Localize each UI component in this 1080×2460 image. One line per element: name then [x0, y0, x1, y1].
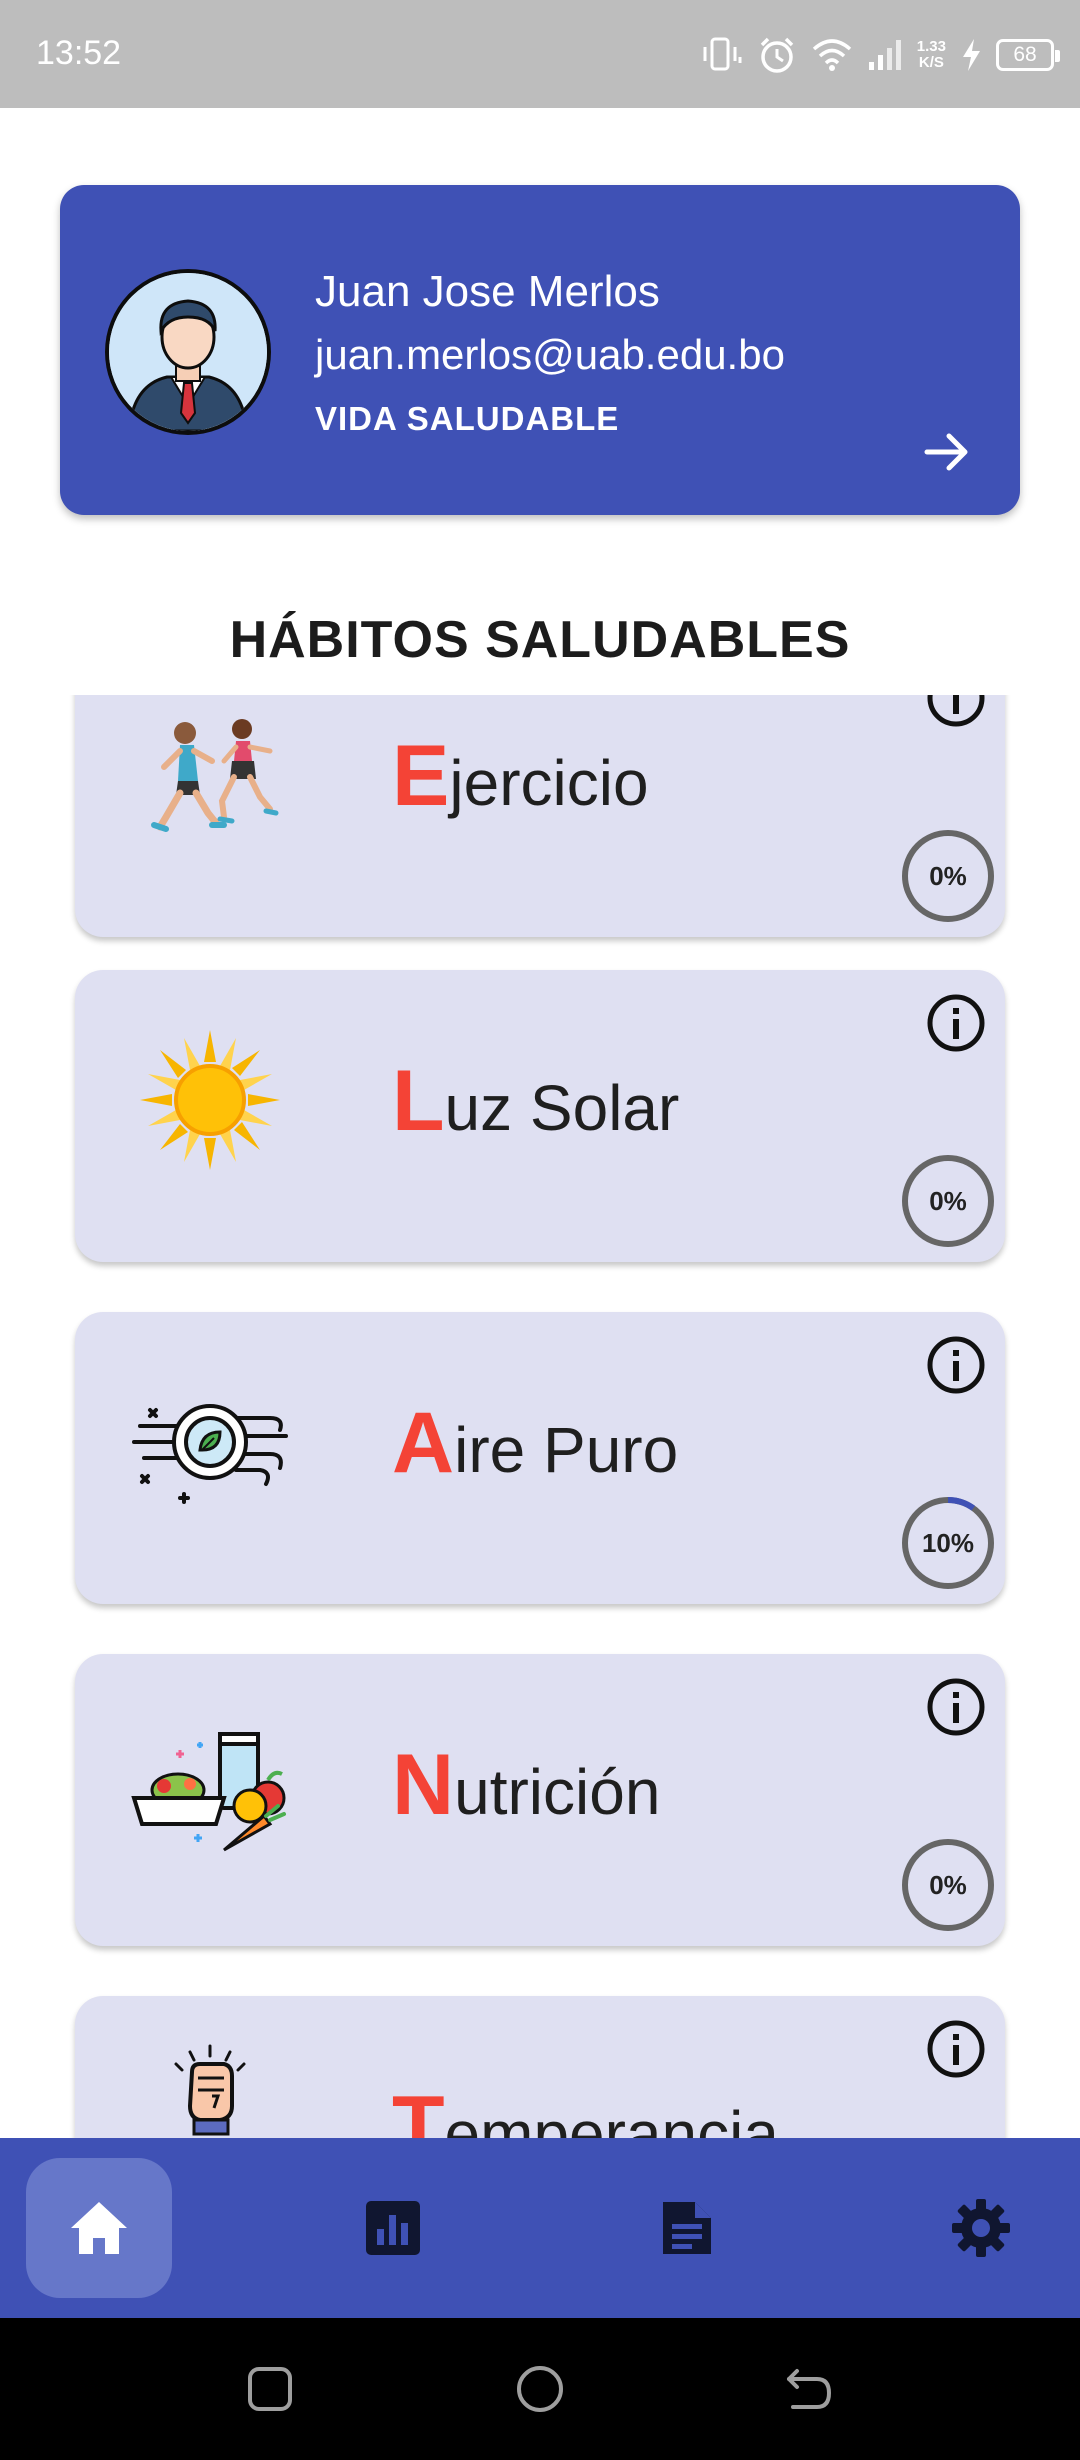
circle-icon: [517, 2366, 563, 2412]
user-avatar-icon: [109, 273, 267, 431]
info-icon[interactable]: [925, 1334, 987, 1396]
info-icon[interactable]: [925, 2018, 987, 2080]
recent-apps-button[interactable]: [237, 2356, 303, 2422]
home-icon: [71, 2202, 127, 2254]
habit-title: Aire Puro: [392, 1394, 678, 1493]
fresh-air-icon: [132, 1404, 288, 1504]
progress-value: 0%: [929, 1186, 967, 1216]
avatar: [105, 269, 271, 435]
habit-title: Temperancia: [392, 2078, 779, 2138]
food-icon: [131, 1732, 286, 1852]
arrow-right-icon[interactable]: [919, 424, 975, 480]
profile-email: juan.merlos@uab.edu.bo: [315, 331, 785, 378]
home-system-button[interactable]: [507, 2356, 573, 2422]
profile-name: Juan Jose Merlos: [315, 267, 660, 316]
section-title: HÁBITOS SALUDABLES: [229, 611, 851, 669]
network-speed-value: 1.33: [916, 38, 946, 55]
habit-card-temperancia[interactable]: Temperancia: [75, 1996, 1005, 2138]
habit-title: Ejercicio: [392, 727, 649, 826]
battery-icon: 68: [996, 39, 1060, 71]
running-people-icon: [151, 719, 279, 832]
gear-icon: [952, 2199, 1010, 2257]
status-bar: 13:52 1.33 K/S 68: [0, 0, 1080, 108]
vibrate-icon: [703, 37, 742, 71]
square-icon: [248, 2367, 292, 2411]
nav-reports[interactable]: [614, 2158, 760, 2298]
wifi-icon: [812, 39, 851, 71]
charging-icon: [963, 39, 980, 71]
habit-title-rest: emperancia: [444, 2098, 779, 2138]
habit-card-ejercicio[interactable]: Ejercicio 0%: [75, 695, 1005, 937]
habit-initial: L: [392, 1053, 445, 1149]
bar-chart-icon: [366, 2201, 420, 2255]
system-navigation-bar: [0, 2318, 1080, 2460]
status-icons: 1.33 K/S 68: [699, 30, 1060, 80]
signal-icon: [868, 40, 901, 70]
habit-initial: T: [392, 2079, 445, 2138]
habit-title-rest: ire Puro: [454, 1414, 679, 1486]
habit-card-nutricion[interactable]: Nutrición 0%: [75, 1654, 1005, 1946]
info-icon[interactable]: [925, 1676, 987, 1738]
document-icon: [663, 2202, 711, 2254]
habit-title-rest: jercicio: [449, 747, 649, 819]
habit-initial: E: [392, 728, 450, 824]
back-system-button[interactable]: [776, 2356, 842, 2422]
progress-value: 0%: [929, 1870, 967, 1900]
alarm-icon: [760, 37, 794, 73]
profile-card[interactable]: Juan Jose Merlos juan.merlos@uab.edu.bo …: [60, 185, 1020, 515]
info-icon[interactable]: [925, 992, 987, 1054]
habit-initial: N: [392, 1737, 455, 1833]
habit-title-rest: uz Solar: [444, 1072, 680, 1144]
habit-card-luz-solar[interactable]: Luz Solar 0%: [75, 970, 1005, 1262]
info-icon[interactable]: [925, 695, 987, 729]
status-time: 13:52: [36, 34, 122, 72]
progress-value: 10%: [921, 1528, 975, 1558]
network-speed-unit: K/S: [918, 54, 944, 71]
bottom-navigation: [0, 2138, 1080, 2318]
habit-initial: A: [392, 1395, 455, 1491]
habit-title: Luz Solar: [392, 1052, 679, 1151]
nav-statistics[interactable]: [320, 2158, 466, 2298]
habits-list[interactable]: Ejercicio 0% Luz Solar 0% Aire Puro 10% …: [0, 695, 1080, 2138]
habit-card-aire-puro[interactable]: Aire Puro 10%: [75, 1312, 1005, 1604]
network-speed: 1.33 K/S: [917, 39, 946, 71]
habit-title-rest: utrición: [454, 1756, 661, 1828]
habit-title: Nutrición: [392, 1736, 660, 1835]
profile-tag: VIDA SALUDABLE: [315, 400, 620, 437]
progress-value: 0%: [929, 861, 967, 891]
back-icon: [787, 2369, 832, 2409]
sun-icon: [140, 1030, 280, 1170]
nav-home[interactable]: [26, 2158, 172, 2298]
nav-settings[interactable]: [908, 2158, 1054, 2298]
willpower-icon: [174, 2044, 246, 2136]
